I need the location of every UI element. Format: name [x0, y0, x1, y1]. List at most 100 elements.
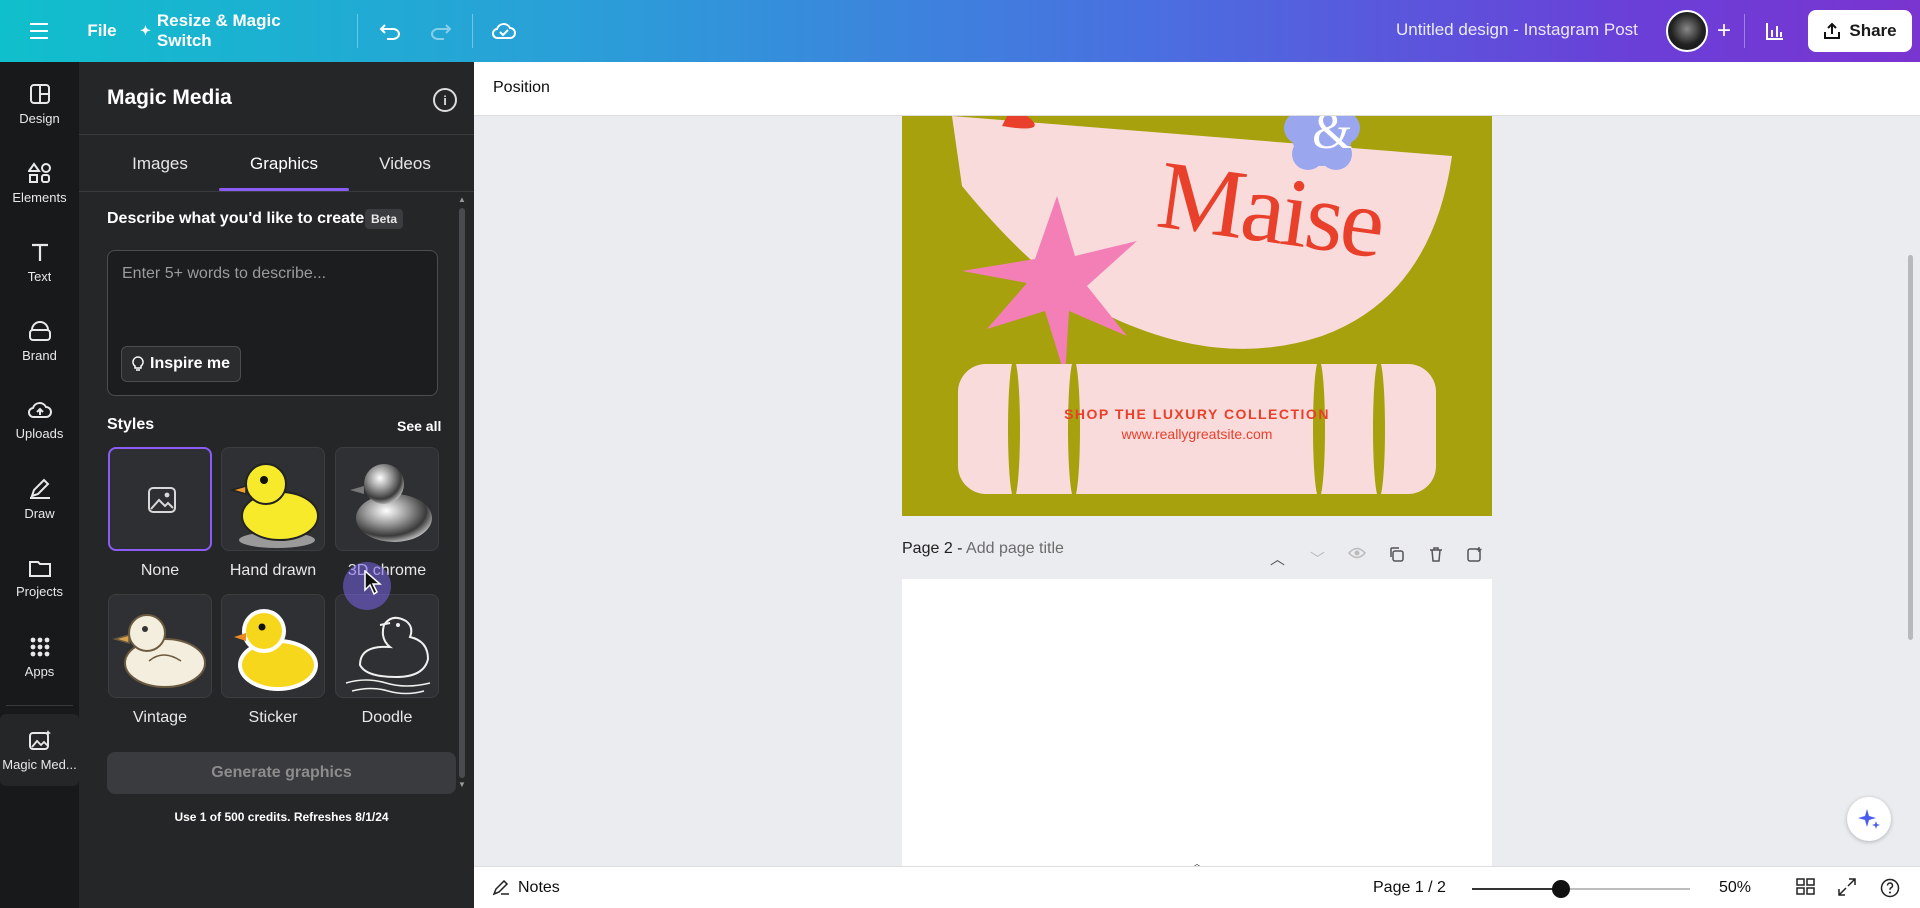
divider	[1744, 14, 1745, 48]
rail-item-text[interactable]: Text	[0, 226, 79, 298]
style-name: Doodle	[361, 709, 413, 726]
page-title-input[interactable]: Add page title	[966, 540, 1064, 557]
sparkle-icon: ✦	[140, 23, 151, 38]
rail-item-apps[interactable]: Apps	[0, 621, 79, 693]
expand-icon	[1838, 878, 1856, 896]
hide-page-icon[interactable]	[1347, 546, 1367, 564]
notes-button[interactable]: Notes	[492, 879, 560, 897]
tab-graphics[interactable]: Graphics	[239, 154, 329, 174]
shapes-icon	[27, 161, 51, 183]
tab-videos[interactable]: Videos	[370, 154, 440, 174]
ampersand-text: &	[1312, 116, 1353, 160]
plus-icon: +	[1716, 17, 1731, 44]
cloud-upload-icon	[27, 401, 52, 418]
tab-images[interactable]: Images	[125, 154, 195, 174]
rail-label: Elements	[12, 189, 67, 205]
bottom-bar: Notes Page 1 / 2 50%	[474, 866, 1920, 908]
cloud-save-button[interactable]	[484, 11, 524, 51]
move-page-up-icon[interactable]: ︿	[1270, 548, 1285, 569]
share-button[interactable]: Share	[1808, 10, 1912, 52]
rail-label: Text	[27, 268, 52, 284]
delete-page-icon[interactable]	[1428, 546, 1444, 566]
url-text: www.reallygreatsite.com	[1121, 426, 1273, 442]
rail-item-draw[interactable]: Draw	[0, 463, 79, 535]
style-card-hand-drawn[interactable]	[221, 447, 325, 551]
document-title[interactable]: Untitled design - Instagram Post	[1396, 20, 1638, 40]
prompt-placeholder: Enter 5+ words to describe...	[122, 265, 327, 282]
avatar[interactable]	[1666, 10, 1708, 52]
style-card-none[interactable]	[108, 447, 212, 551]
file-menu-button[interactable]: File	[76, 11, 128, 51]
insights-button[interactable]	[1755, 11, 1795, 51]
credits-text: Use 1 of 500 credits. Refreshes 8/1/24	[174, 810, 389, 824]
move-page-down-icon[interactable]: ﹀	[1310, 548, 1325, 569]
design-page-1[interactable]: & Maise SHOP THE LUXURY COLLECTION www.r…	[902, 116, 1492, 516]
apps-grid-icon	[30, 637, 49, 656]
help-icon	[1880, 878, 1900, 898]
duck-vintage-icon	[112, 614, 206, 688]
share-label: Share	[1849, 21, 1897, 40]
rail-label: Brand	[22, 347, 57, 363]
style-card-doodle[interactable]	[335, 594, 439, 698]
brand-icon	[28, 320, 51, 341]
style-card-vintage[interactable]	[108, 594, 212, 698]
page-2-header: Page 2 - Add page title	[902, 540, 1064, 558]
magic-media-icon	[28, 729, 51, 750]
mouse-cursor-icon	[364, 570, 382, 596]
canva-editor: File ✦ Resize & Magic Switch Untitled de…	[0, 0, 1920, 908]
prompt-textarea[interactable]: Enter 5+ words to describe... Inspire me	[107, 250, 438, 396]
cloud-check-icon	[491, 23, 516, 39]
rail-item-uploads[interactable]: Uploads	[0, 384, 79, 456]
rail-item-brand[interactable]: Brand	[0, 305, 79, 377]
position-button[interactable]: Position	[493, 79, 550, 97]
folder-icon	[28, 560, 51, 577]
rail-label: Uploads	[15, 425, 64, 441]
scroll-up-arrow[interactable]: ▲	[458, 195, 466, 204]
page-2-label: Page 2 -	[902, 540, 967, 557]
main-menu-button[interactable]	[20, 11, 60, 51]
zoom-level[interactable]: 50%	[1719, 879, 1751, 897]
style-name: Hand drawn	[229, 562, 317, 579]
undo-button[interactable]	[370, 11, 410, 51]
fullscreen-button[interactable]	[1838, 878, 1856, 901]
generate-graphics-button[interactable]: Generate graphics	[107, 752, 456, 794]
resize-button[interactable]: ✦ Resize & Magic Switch	[140, 11, 340, 51]
canvas-scrollbar[interactable]	[1908, 255, 1913, 640]
scroll-down-arrow[interactable]: ▼	[458, 780, 466, 789]
style-card-sticker[interactable]	[221, 594, 325, 698]
sparkle-icon	[1858, 809, 1880, 829]
magic-media-panel: Magic Media i Images Graphics Videos ▲ ▼…	[79, 62, 474, 908]
zoom-slider-fill	[1472, 888, 1560, 890]
design-page-2[interactable]	[902, 579, 1492, 866]
info-icon[interactable]: i	[433, 88, 457, 112]
grid-view-button[interactable]	[1796, 878, 1816, 901]
zoom-slider-handle[interactable]	[1552, 880, 1570, 898]
panel-scrollbar[interactable]	[459, 208, 465, 778]
rail-item-projects[interactable]: Projects	[0, 542, 79, 614]
help-button[interactable]	[1880, 878, 1900, 903]
style-card-3d-chrome[interactable]	[335, 447, 439, 551]
inspire-me-button[interactable]: Inspire me	[121, 346, 242, 382]
duck-sticker-icon	[234, 609, 318, 691]
rail-item-elements[interactable]: Elements	[0, 147, 79, 219]
canva-assistant-button[interactable]	[1847, 797, 1891, 841]
redo-button[interactable]	[421, 11, 461, 51]
page-indicator[interactable]: Page 1 / 2	[1373, 879, 1446, 897]
rail-item-magic-media[interactable]: Magic Med...	[0, 714, 79, 786]
add-collaborator-button[interactable]: +	[1712, 11, 1736, 51]
duplicate-page-icon[interactable]	[1388, 546, 1404, 566]
top-bar: File ✦ Resize & Magic Switch Untitled de…	[0, 0, 1920, 62]
style-name: None	[140, 562, 180, 579]
rail-label: Apps	[24, 663, 55, 679]
pen-icon	[29, 478, 50, 499]
rail-label: Projects	[16, 583, 63, 599]
beta-badge: Beta	[365, 209, 404, 229]
image-icon	[148, 487, 176, 513]
divider	[79, 191, 474, 192]
layout-icon	[29, 83, 50, 104]
canvas-workspace: & Maise SHOP THE LUXURY COLLECTION www.r…	[474, 116, 1920, 866]
duck-hand-drawn-icon	[229, 463, 319, 548]
add-page-icon[interactable]	[1467, 546, 1483, 566]
see-all-link[interactable]: See all	[397, 418, 441, 434]
rail-item-design[interactable]: Design	[0, 68, 79, 140]
